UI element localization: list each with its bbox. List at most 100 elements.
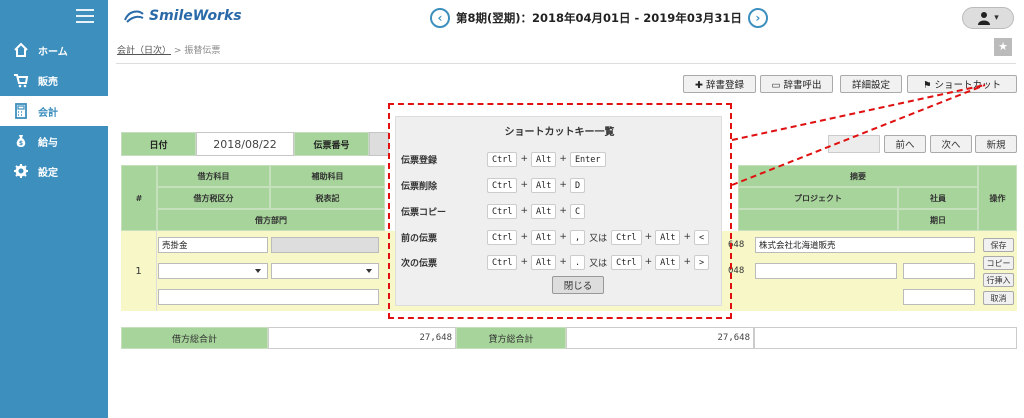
breadcrumb-current: 振替伝票 — [184, 46, 221, 56]
totals-blank — [754, 327, 1017, 349]
shortcut-name: 次の伝票 — [401, 258, 438, 269]
copy-row-button[interactable]: コピー — [983, 256, 1014, 270]
shortcut-row: 伝票削除 Ctrl + Alt + D — [401, 177, 586, 193]
sidebar-item-accounting[interactable]: 会計 — [0, 96, 108, 126]
key: Enter — [569, 151, 606, 167]
breadcrumb-link[interactable]: 会計（日次） — [117, 46, 171, 56]
key: Ctrl — [487, 151, 518, 167]
key: C — [569, 203, 586, 219]
cancel-row-button[interactable]: 取消 — [983, 291, 1014, 305]
shortcut-name: 伝票コピー — [401, 207, 447, 218]
key: Alt — [531, 177, 557, 193]
key: > — [694, 254, 710, 270]
sidebar-item-label: 給与 — [38, 137, 58, 149]
key: Alt — [531, 254, 557, 270]
date-input[interactable]: 2018/08/22 — [196, 132, 294, 156]
sidebar-item-label: 会計 — [38, 107, 58, 119]
user-menu-button[interactable]: ▾ — [962, 7, 1014, 29]
col-header-summary: 摘要 — [738, 165, 978, 187]
shortcut-row: 次の伝票 Ctrl + Alt + . 又は Ctrl + Alt + > — [401, 254, 710, 270]
credit-total-value: 27,648 — [566, 327, 754, 349]
next-voucher-button[interactable]: 次へ — [930, 135, 972, 153]
sidebar-item-sales[interactable]: 販売 — [0, 65, 108, 95]
col-header-due: 期日 — [898, 209, 978, 231]
dict-register-button[interactable]: ✚ 辞書登録 — [683, 75, 756, 93]
chevron-down-icon — [255, 269, 261, 273]
popup-title: ショートカットキー一覧 — [504, 127, 615, 138]
detail-settings-button[interactable]: 詳細設定 — [840, 75, 902, 93]
gear-icon — [12, 162, 30, 180]
amount-cell: 048 — [728, 266, 745, 276]
tax-table-select[interactable] — [271, 263, 379, 279]
debit-total-value: 27,648 — [268, 327, 456, 349]
key: Ctrl — [487, 229, 518, 245]
col-header-action: 操作 — [978, 165, 1017, 231]
col-header-debit-dept: 借方部門 — [157, 209, 385, 231]
key: D — [569, 177, 586, 193]
annotation-line — [731, 84, 986, 141]
key: Ctrl — [487, 177, 518, 193]
shortcut-name: 前の伝票 — [401, 233, 438, 244]
sidebar-item-settings[interactable]: 設定 — [0, 156, 108, 186]
sidebar: ホーム 販売 会計 $ 給与 設定 — [0, 0, 108, 418]
key: < — [694, 229, 710, 245]
cart-icon — [12, 71, 30, 89]
amount-cell: 648 — [728, 240, 745, 250]
sidebar-item-label: 設定 — [38, 167, 58, 179]
dict-call-button[interactable]: ▭ 辞書呼出 — [760, 75, 833, 93]
breadcrumb-sep: > — [173, 46, 182, 56]
voucher-number-label: 伝票番号 — [294, 132, 369, 156]
col-header-no: # — [121, 165, 157, 231]
key: Ctrl — [611, 229, 642, 245]
chevron-left-icon[interactable]: ‹ — [430, 8, 450, 28]
voucher-number-input[interactable] — [369, 132, 389, 156]
insert-row-button[interactable]: 行挿入 — [983, 273, 1014, 287]
disabled-button — [828, 135, 880, 153]
save-row-button[interactable]: 保存 — [983, 238, 1014, 252]
prev-voucher-button[interactable]: 前へ — [884, 135, 926, 153]
debit-account-input[interactable]: 売掛金 — [158, 237, 268, 253]
key: Ctrl — [487, 254, 518, 270]
col-header-debit-tax: 借方税区分 — [157, 187, 270, 209]
shortcut-row: 伝票コピー Ctrl + Alt + C — [401, 203, 586, 219]
key: Ctrl — [611, 254, 642, 270]
sidebar-item-payroll[interactable]: $ 給与 — [0, 126, 108, 156]
col-header-employee: 社員 — [898, 187, 978, 209]
debit-tax-select[interactable] — [158, 263, 268, 279]
money-bag-icon: $ — [12, 132, 30, 150]
logo-text: SmileWorks — [149, 8, 242, 24]
date-label: 日付 — [121, 132, 196, 156]
new-voucher-button[interactable]: 新規 — [975, 135, 1017, 153]
star-icon[interactable]: ★ — [994, 38, 1012, 56]
debit-dept-input[interactable] — [158, 289, 379, 305]
home-icon — [12, 41, 30, 59]
col-header-blank — [738, 209, 898, 231]
debit-total-label: 借方総合計 — [121, 327, 268, 349]
user-icon — [978, 12, 991, 25]
project-input[interactable] — [755, 263, 897, 279]
shortcut-row: 前の伝票 Ctrl + Alt + , 又は Ctrl + Alt + < — [401, 229, 710, 245]
sidebar-item-label: 販売 — [38, 76, 58, 88]
key: Alt — [531, 203, 557, 219]
chevron-right-icon[interactable]: › — [747, 8, 768, 28]
employee-input[interactable] — [903, 263, 975, 279]
shortcut-name: 伝票削除 — [401, 181, 438, 192]
logo-icon — [124, 10, 144, 23]
menu-icon[interactable] — [76, 9, 94, 23]
close-popup-button[interactable]: 閉じる — [552, 276, 604, 294]
sidebar-item-home[interactable]: ホーム — [0, 35, 108, 65]
period-text: 第8期(翌期)：2018年04月01日 - 2019年03月31日 — [456, 11, 742, 25]
sub-account-input[interactable] — [271, 237, 379, 253]
sidebar-item-label: ホーム — [38, 46, 68, 58]
credit-total-label: 貸方総合計 — [456, 327, 566, 349]
col-header-tax-table: 税表記 — [270, 187, 385, 209]
row-number: 1 — [121, 231, 157, 311]
summary-input[interactable]: 株式会社北海道販売 — [755, 237, 975, 253]
app-logo[interactable]: SmileWorks — [123, 8, 242, 24]
key: Alt — [531, 229, 557, 245]
svg-text:$: $ — [19, 140, 23, 147]
shortcut-button[interactable]: ⚑ ショートカット — [907, 75, 1017, 93]
due-date-input[interactable] — [903, 289, 975, 305]
divider — [116, 63, 1016, 64]
period-selector: ‹ 第8期(翌期)：2018年04月01日 - 2019年03月31日 › — [430, 7, 768, 29]
